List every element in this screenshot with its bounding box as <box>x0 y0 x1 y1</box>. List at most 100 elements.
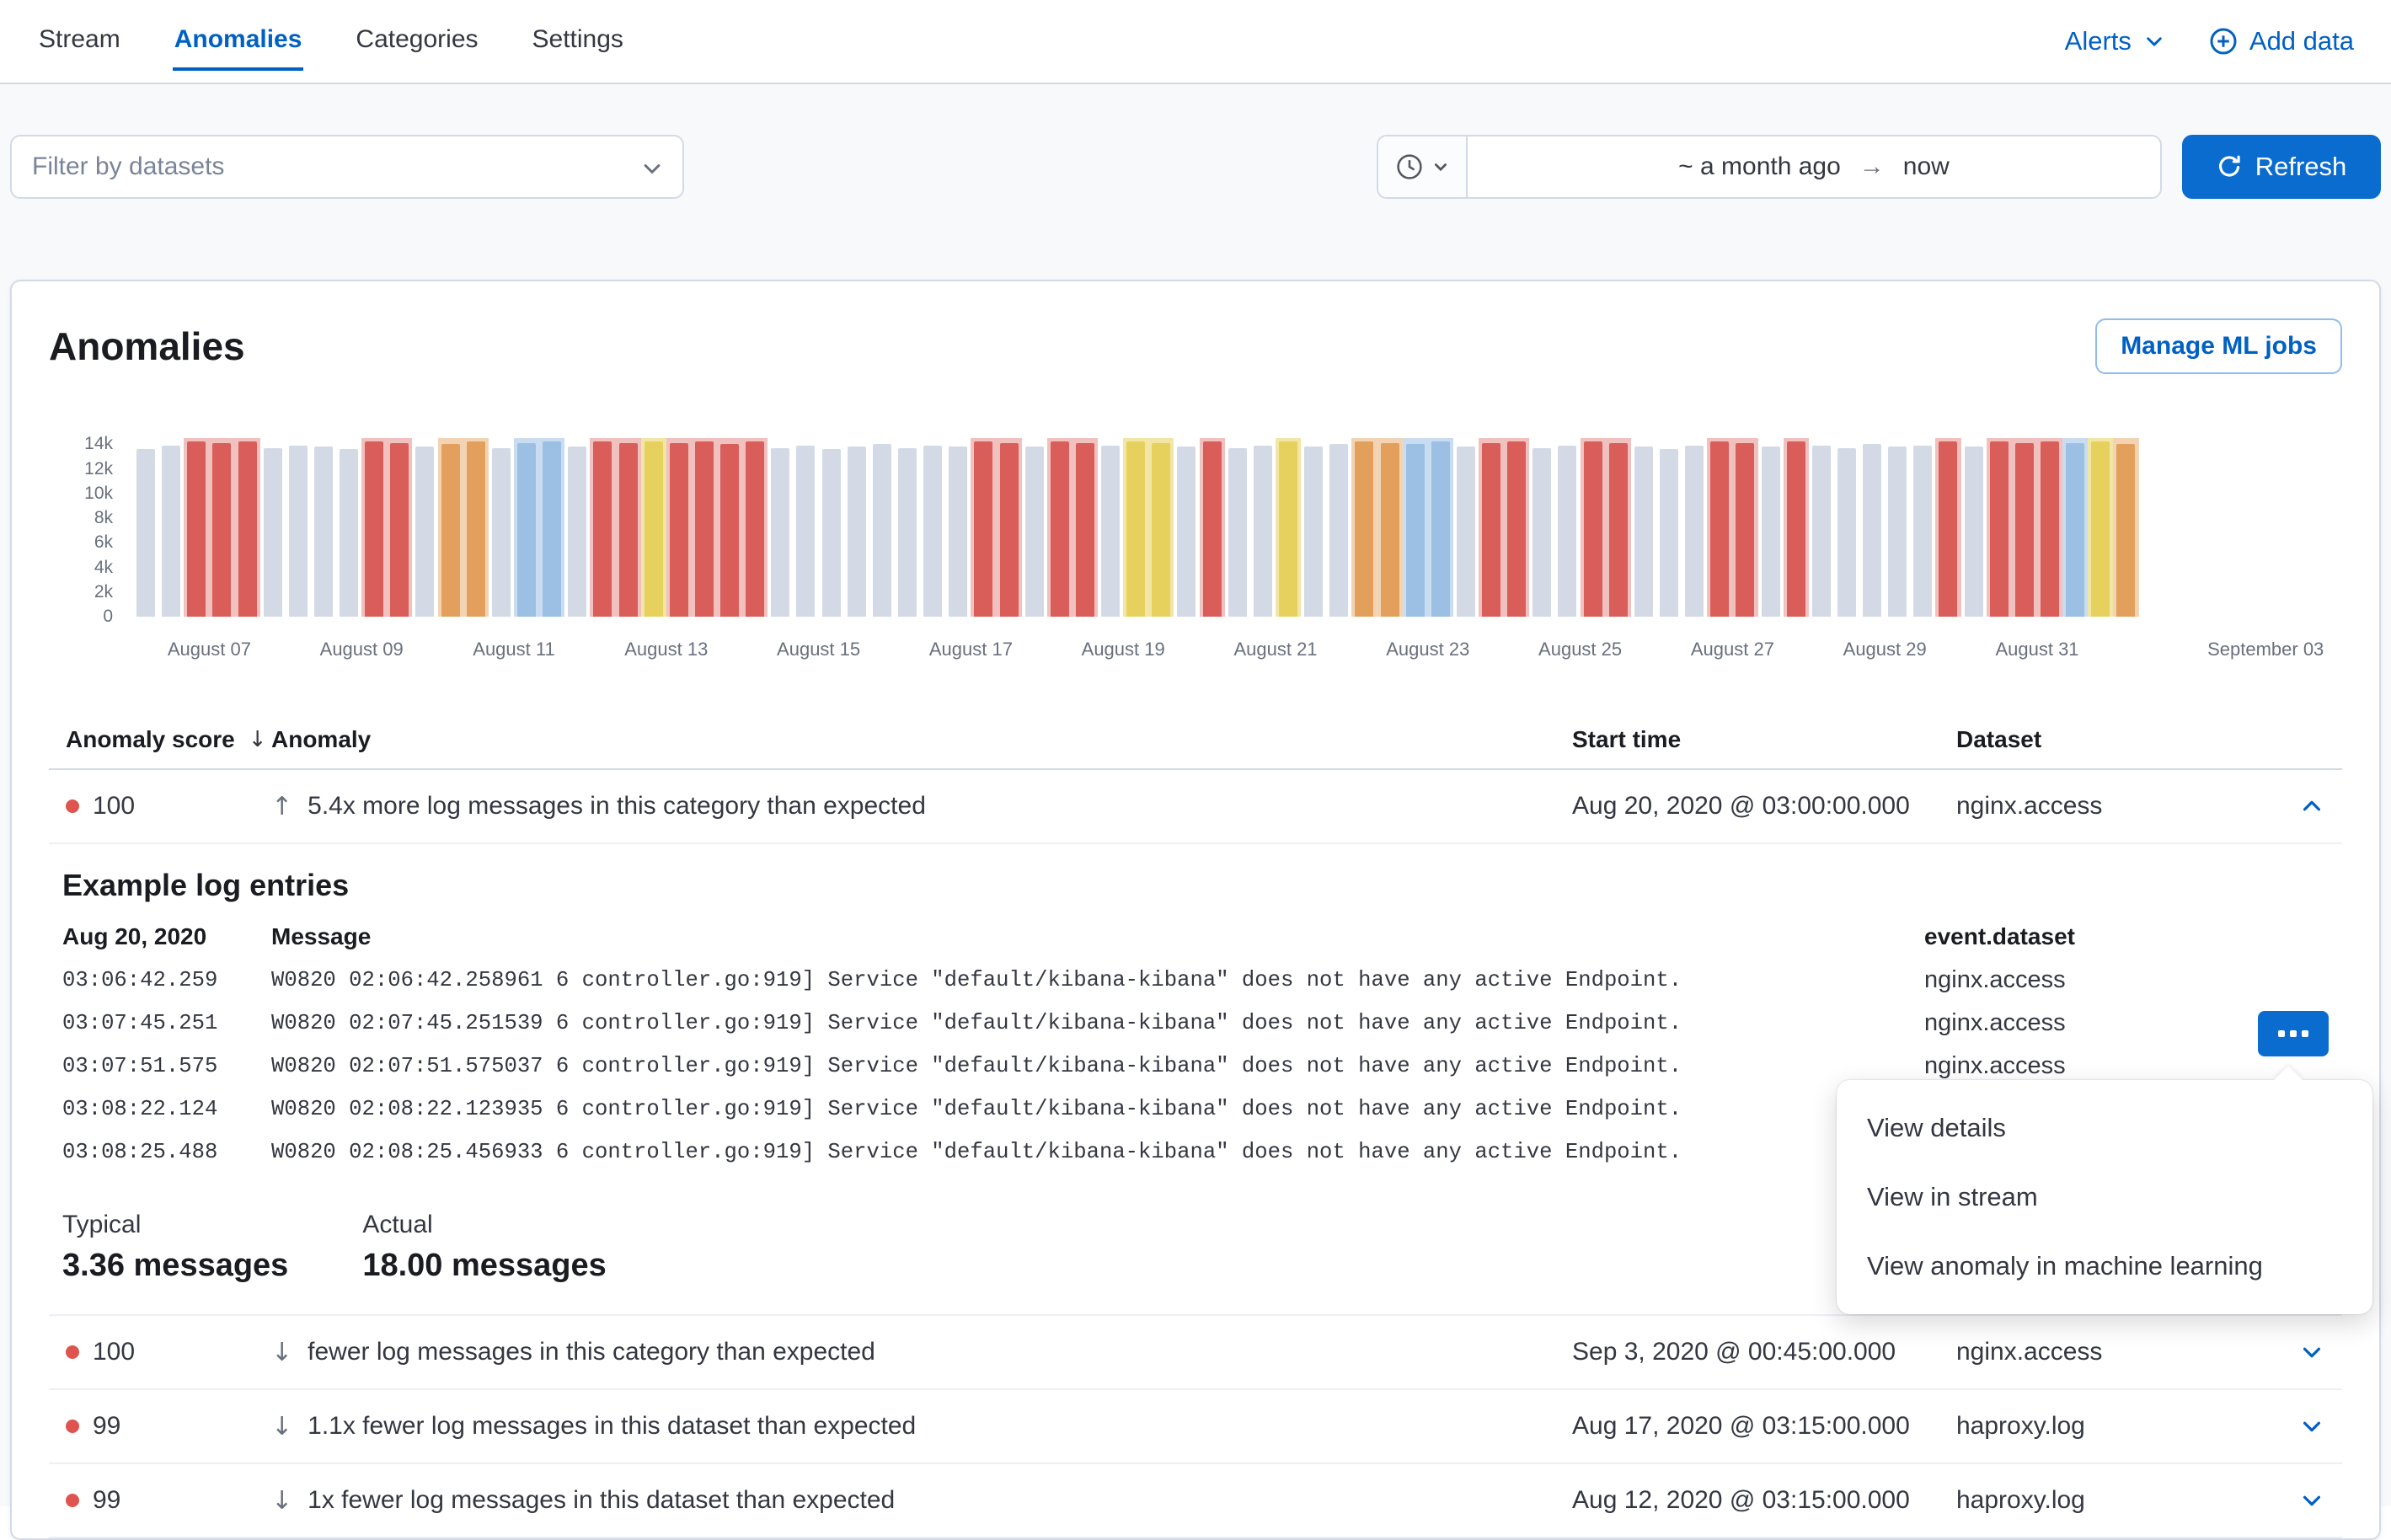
add-data-button[interactable]: Add data <box>2209 26 2354 56</box>
chart-bar <box>616 438 641 617</box>
chart-bar <box>1961 438 1987 617</box>
log-entry-actions-button[interactable] <box>2258 1011 2329 1056</box>
chart-bar <box>1834 438 1859 617</box>
expand-row-button[interactable] <box>2292 1481 2331 1520</box>
anomaly-message: 1.1x fewer log messages in this dataset … <box>308 1412 916 1441</box>
y-axis-label: 14k <box>84 432 113 456</box>
y-axis-label: 8k <box>94 506 113 530</box>
chart-bar <box>819 438 844 617</box>
tab-categories[interactable]: Categories <box>354 12 479 71</box>
anomaly-rows-first: 100 ↑ 5.4x more log messages in this cat… <box>49 770 2342 844</box>
alerts-label: Alerts <box>2065 26 2132 56</box>
refresh-button[interactable]: Refresh <box>2182 135 2381 199</box>
anomaly-rows-rest: 100 ↓ fewer log messages in this categor… <box>49 1316 2342 1538</box>
chart-bar <box>235 438 260 617</box>
nav-tab-label: Settings <box>532 25 623 54</box>
x-axis-label: September 03 <box>2207 639 2324 660</box>
log-entry-row[interactable]: 03:07:45.251 W0820 02:07:45.251539 6 con… <box>62 1002 2329 1045</box>
anomaly-dataset: haproxy.log <box>1956 1486 2281 1515</box>
x-axis-label: August 21 <box>1233 639 1317 660</box>
chevron-down-icon <box>2299 1339 2324 1365</box>
x-axis-label: August 09 <box>320 639 404 660</box>
chevron-down-icon <box>2299 794 2324 819</box>
chart-bar <box>1225 438 1250 617</box>
chart-bar <box>2012 438 2037 617</box>
expand-row-button[interactable] <box>2292 787 2331 826</box>
actual-stat: Actual 18.00 messages <box>362 1211 606 1284</box>
log-date-header: Aug 20, 2020 <box>62 923 271 950</box>
column-header-label: Dataset <box>1956 726 2041 752</box>
chart-bar <box>1479 438 1504 617</box>
popover-item-view-anomaly-in-machine-learning[interactable]: View anomaly in machine learning <box>1837 1232 2372 1301</box>
anomaly-table-row[interactable]: 100 ↑ 5.4x more log messages in this cat… <box>49 770 2342 844</box>
column-header-dataset: Dataset <box>1956 726 2281 753</box>
log-entry-row[interactable]: 03:06:42.259 W0820 02:06:42.258961 6 con… <box>62 959 2329 1002</box>
log-table-header: Aug 20, 2020 Message event.dataset <box>62 923 2329 950</box>
chart-bar <box>1784 438 1809 617</box>
chevron-down-icon <box>2143 30 2165 52</box>
chart-bar <box>412 438 437 617</box>
anomaly-table-row[interactable]: 99 ↓ 1.1x fewer log messages in this dat… <box>49 1390 2342 1464</box>
date-range-end[interactable]: now <box>1903 152 1950 181</box>
anomalies-table: Anomaly score ↓ Anomaly Start time Datas… <box>49 711 2342 1538</box>
chart-bar <box>336 438 361 617</box>
chart-bar <box>1554 438 1580 617</box>
y-axis-label: 10k <box>84 482 113 505</box>
anomaly-table-row[interactable]: 99 ↓ 1x fewer log messages in this datas… <box>49 1464 2342 1538</box>
anomaly-dataset: nginx.access <box>1956 1338 2281 1366</box>
column-header-anomaly: Anomaly <box>271 726 1572 753</box>
date-range-start[interactable]: ~ a month ago <box>1678 152 1841 181</box>
column-header-label: Anomaly <box>271 726 371 753</box>
chart-bar <box>1351 438 1377 617</box>
chart-bar <box>1453 438 1479 617</box>
chart-bar <box>1682 438 1707 617</box>
tab-anomalies[interactable]: Anomalies <box>173 12 304 71</box>
log-timestamp: 03:08:25.488 <box>62 1140 271 1164</box>
chart-bar <box>844 438 869 617</box>
dataset-filter-input[interactable] <box>10 135 684 199</box>
chart-bar <box>539 438 564 617</box>
chart-bar <box>133 438 158 617</box>
example-log-entries-title: Example log entries <box>62 868 2329 903</box>
ellipsis-icon <box>2278 1030 2308 1037</box>
tab-stream[interactable]: Stream <box>37 12 122 71</box>
date-range-picker[interactable]: ~ a month ago → now <box>1377 135 2162 199</box>
alerts-menu-button[interactable]: Alerts <box>2065 26 2165 56</box>
popover-item-view-in-stream[interactable]: View in stream <box>1837 1163 2372 1232</box>
anomaly-message: 1x fewer log messages in this dataset th… <box>308 1486 895 1515</box>
x-axis-label: August 25 <box>1538 639 1622 660</box>
row-actions-popover: View detailsView in streamView anomaly i… <box>1837 1080 2372 1314</box>
chart-bar <box>158 438 184 617</box>
anomaly-score: 100 <box>93 792 135 821</box>
expand-row-button[interactable] <box>2292 1407 2331 1446</box>
chart-bar <box>1910 438 1935 617</box>
chevron-down-icon <box>2299 1488 2324 1513</box>
dataset-filter-select[interactable] <box>10 135 684 199</box>
log-message-header: Message <box>271 923 1924 950</box>
chart-plot[interactable] <box>126 438 2342 617</box>
chart-bar <box>489 438 514 617</box>
expand-row-button[interactable] <box>2292 1333 2331 1372</box>
anomalies-chart: 14k12k10k8k6k4k2k0 August 07August 09Aug… <box>49 438 2342 667</box>
chart-bar <box>1606 438 1631 617</box>
chart-bar <box>564 438 590 617</box>
arrow-right-icon: → <box>1859 152 1885 181</box>
popover-item-view-details[interactable]: View details <box>1837 1094 2372 1163</box>
chart-bar <box>869 438 895 617</box>
anomaly-table-row[interactable]: 100 ↓ fewer log messages in this categor… <box>49 1316 2342 1390</box>
x-axis-label: August 31 <box>1995 639 2078 660</box>
chart-bar <box>1529 438 1554 617</box>
chart-bar <box>1123 438 1148 617</box>
column-header-anomaly-score[interactable]: Anomaly score ↓ <box>49 726 271 753</box>
chart-bar <box>666 438 692 617</box>
chart-bar <box>286 438 311 617</box>
severity-dot <box>66 1345 79 1359</box>
chart-bar <box>1200 438 1225 617</box>
chart-bar <box>768 438 793 617</box>
tab-settings[interactable]: Settings <box>531 12 625 71</box>
anomaly-start-time: Aug 12, 2020 @ 03:15:00.000 <box>1572 1486 1956 1515</box>
date-quick-select-button[interactable] <box>1378 136 1468 197</box>
manage-ml-jobs-button[interactable]: Manage ML jobs <box>2095 318 2342 374</box>
chart-bar <box>2062 438 2088 617</box>
chart-bar <box>260 438 286 617</box>
